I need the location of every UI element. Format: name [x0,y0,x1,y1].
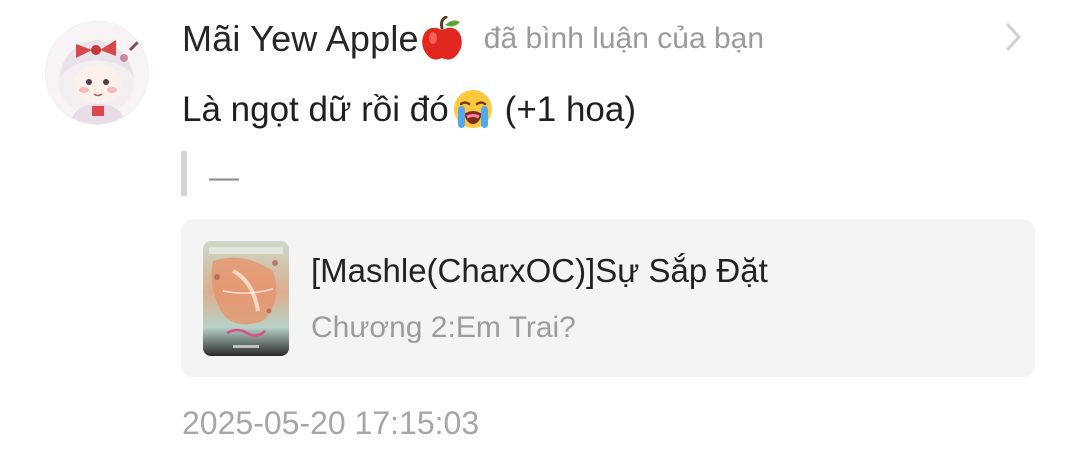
comment-notification[interactable]: Mãi Yew Apple đã bình luận của bạn Là ng… [0,0,1080,470]
comment-suffix: (+1 hoa) [504,90,637,129]
story-cover-image[interactable] [203,241,289,356]
user-avatar[interactable] [45,21,149,125]
story-title[interactable]: [Mashle(CharxOC)]Sự Sắp Đặt [311,252,768,290]
username[interactable]: Mãi Yew Apple [182,18,419,60]
story-card[interactable]: [Mashle(CharxOC)]Sự Sắp Đặt Chương 2:Em … [181,219,1035,377]
comment-body: Là ngọt dữ rồi đó [182,90,449,129]
red-apple-icon [420,15,464,62]
chevron-right-icon[interactable] [1000,20,1026,54]
quote-bar [181,151,187,196]
timestamp: 2025-05-20 17:15:03 [182,405,480,441]
notification-header: Mãi Yew Apple đã bình luận của bạn [182,14,764,64]
action-text: đã bình luận của bạn [483,22,765,55]
quoted-comment: — [181,150,239,196]
comment-text: Là ngọt dữ rồi đó (+1 hoa) [182,84,636,136]
loudly-crying-face-icon [451,88,495,132]
chapter-title[interactable]: Chương 2:Em Trai? [311,311,576,345]
quote-text: — [209,161,239,194]
